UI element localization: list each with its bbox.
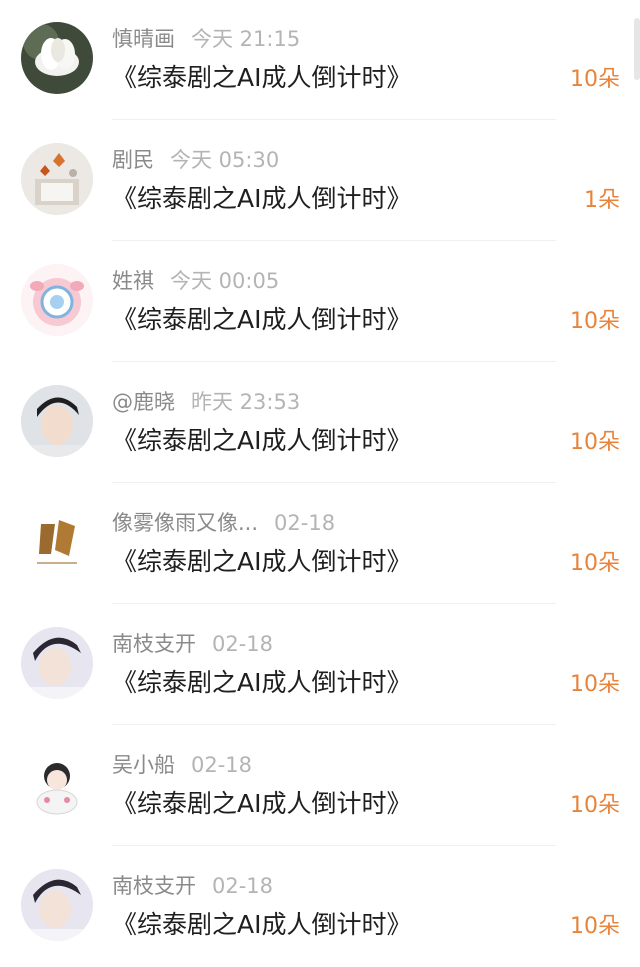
user-name[interactable]: 剧民 <box>112 145 154 175</box>
list-item[interactable]: 慎晴画 今天 21:15 《综泰剧之AI成人倒计时》 10朵 <box>0 0 640 120</box>
portrait-avatar[interactable] <box>21 385 93 457</box>
item-meta: 吴小船 02-18 <box>112 750 252 780</box>
portrait-avatar[interactable] <box>21 627 93 699</box>
divider <box>112 845 556 846</box>
divider <box>112 603 556 604</box>
item-meta: 慎晴画 今天 21:15 <box>112 24 300 54</box>
flower-count: 10朵 <box>570 430 620 455</box>
flower-count: 10朵 <box>570 67 620 92</box>
list-item[interactable]: 姓祺 今天 00:05 《综泰剧之AI成人倒计时》 10朵 <box>0 242 640 362</box>
user-name[interactable]: @鹿晓 <box>112 387 175 417</box>
item-title[interactable]: 《综泰剧之AI成人倒计时》 <box>112 665 411 701</box>
timestamp: 02-18 <box>191 753 253 777</box>
list-item[interactable]: 剧民 今天 05:30 《综泰剧之AI成人倒计时》 1朵 <box>0 121 640 241</box>
item-meta: @鹿晓 昨天 23:53 <box>112 387 300 417</box>
portrait-avatar[interactable] <box>21 869 93 941</box>
user-name[interactable]: 像雾像雨又像... <box>112 508 258 538</box>
list-item[interactable]: 吴小船 02-18 《综泰剧之AI成人倒计时》 10朵 <box>0 726 640 846</box>
list-item[interactable]: 南枝支开 02-18 《综泰剧之AI成人倒计时》 10朵 <box>0 605 640 725</box>
timestamp: 02-18 <box>212 632 274 656</box>
timestamp: 今天 05:30 <box>170 148 280 172</box>
flower-count: 10朵 <box>570 914 620 939</box>
item-title[interactable]: 《综泰剧之AI成人倒计时》 <box>112 907 411 943</box>
item-title[interactable]: 《综泰剧之AI成人倒计时》 <box>112 786 411 822</box>
list-item[interactable]: 像雾像雨又像... 02-18 《综泰剧之AI成人倒计时》 10朵 <box>0 484 640 604</box>
user-name[interactable]: 姓祺 <box>112 266 154 296</box>
item-title[interactable]: 《综泰剧之AI成人倒计时》 <box>112 181 411 217</box>
white-flower-avatar[interactable] <box>21 22 93 94</box>
item-meta: 南枝支开 02-18 <box>112 871 273 901</box>
user-name[interactable]: 慎晴画 <box>112 24 175 54</box>
list-item[interactable]: @鹿晓 昨天 23:53 《综泰剧之AI成人倒计时》 10朵 <box>0 363 640 483</box>
item-title[interactable]: 《综泰剧之AI成人倒计时》 <box>112 60 411 96</box>
item-meta: 像雾像雨又像... 02-18 <box>112 508 335 538</box>
divider <box>112 724 556 725</box>
user-name[interactable]: 南枝支开 <box>112 871 196 901</box>
divider <box>112 482 556 483</box>
timestamp: 02-18 <box>212 874 274 898</box>
flower-count: 10朵 <box>570 672 620 697</box>
item-meta: 南枝支开 02-18 <box>112 629 273 659</box>
divider <box>112 119 556 120</box>
cartoon-sticker-avatar[interactable] <box>21 264 93 336</box>
item-title[interactable]: 《综泰剧之AI成人倒计时》 <box>112 423 411 459</box>
timestamp: 今天 00:05 <box>170 269 280 293</box>
timestamp: 昨天 23:53 <box>191 390 301 414</box>
item-title[interactable]: 《综泰剧之AI成人倒计时》 <box>112 544 411 580</box>
flower-count: 10朵 <box>570 309 620 334</box>
autumn-leaves-avatar[interactable] <box>21 143 93 215</box>
item-meta: 姓祺 今天 00:05 <box>112 266 279 296</box>
user-name[interactable]: 吴小船 <box>112 750 175 780</box>
divider <box>112 361 556 362</box>
user-name[interactable]: 南枝支开 <box>112 629 196 659</box>
chibi-avatar[interactable] <box>21 748 93 820</box>
item-meta: 剧民 今天 05:30 <box>112 145 279 175</box>
timestamp: 今天 21:15 <box>191 27 301 51</box>
timestamp: 02-18 <box>274 511 336 535</box>
divider <box>112 240 556 241</box>
flower-count: 10朵 <box>570 793 620 818</box>
item-title[interactable]: 《综泰剧之AI成人倒计时》 <box>112 302 411 338</box>
list-item[interactable]: 南枝支开 02-18 《综泰剧之AI成人倒计时》 10朵 <box>0 847 640 967</box>
flower-count: 1朵 <box>584 188 620 213</box>
scrollbar[interactable] <box>634 18 640 80</box>
flower-count: 10朵 <box>570 551 620 576</box>
calligraphy-avatar[interactable] <box>21 506 93 578</box>
